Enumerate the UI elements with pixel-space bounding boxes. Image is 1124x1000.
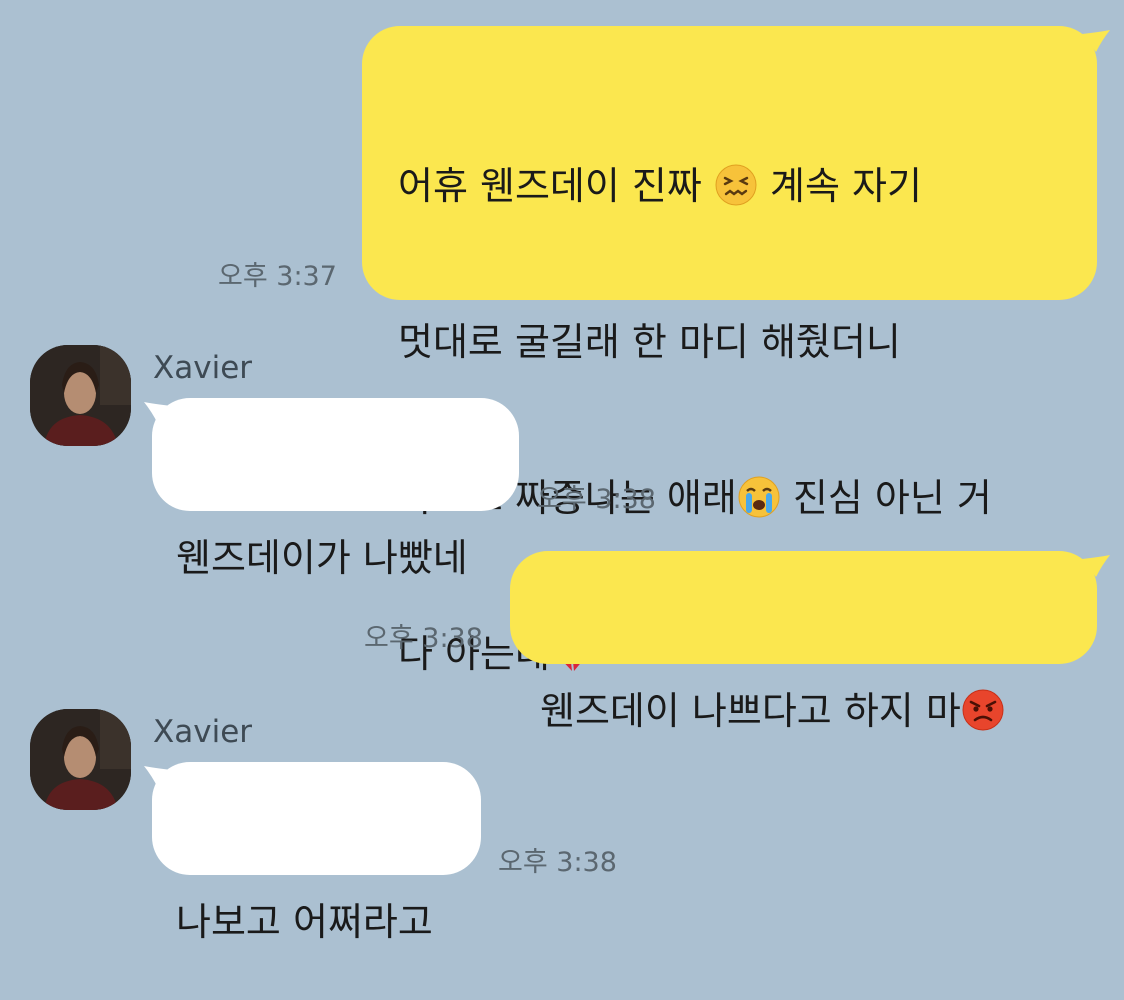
message-timestamp: 오후 3:38 [537,484,656,515]
message-timestamp: 오후 3:37 [218,261,337,292]
message-text: 웬즈데이가 나빴네 [176,536,468,580]
avatar-photo-icon [30,709,131,810]
outgoing-message-bubble[interactable]: 웬즈데이 나쁘다고 하지 마 [510,551,1097,733]
message-line: 웬즈데이 나쁘다고 하지 마 [540,685,1097,737]
message-line: 멋대로 굴길래 한 마디 해줬더니 [398,320,901,364]
bubble-tail [144,766,172,788]
contact-avatar[interactable] [30,345,131,446]
bubble-tail [1082,555,1110,577]
contact-avatar[interactable] [30,709,131,810]
message-text: 나보고 어쩌라고 [176,900,433,944]
message-timestamp: 오후 3:38 [364,623,483,654]
avatar-photo-icon [30,345,131,446]
incoming-message-bubble[interactable]: 나보고 어쩌라고 [152,762,481,944]
bubble-tail [1082,30,1110,52]
incoming-message-bubble[interactable]: 웬즈데이가 나빴네 [152,398,519,580]
loudly-crying-face-emoji-icon [738,476,780,518]
message-line: 어휴 웬즈데이 진짜 계속 자기 [398,164,922,208]
confounded-face-emoji-icon [715,164,757,206]
bubble-tail [144,402,172,424]
message-timestamp: 오후 3:38 [498,847,617,878]
sender-name: Xavier [153,350,253,386]
sender-name: Xavier [153,714,253,750]
outgoing-message-bubble[interactable]: 어휴 웬즈데이 진짜 계속 자기 멋대로 굴길래 한 마디 해줬더니 나보고 짜… [362,26,1097,676]
pouting-face-emoji-icon [962,689,1004,731]
